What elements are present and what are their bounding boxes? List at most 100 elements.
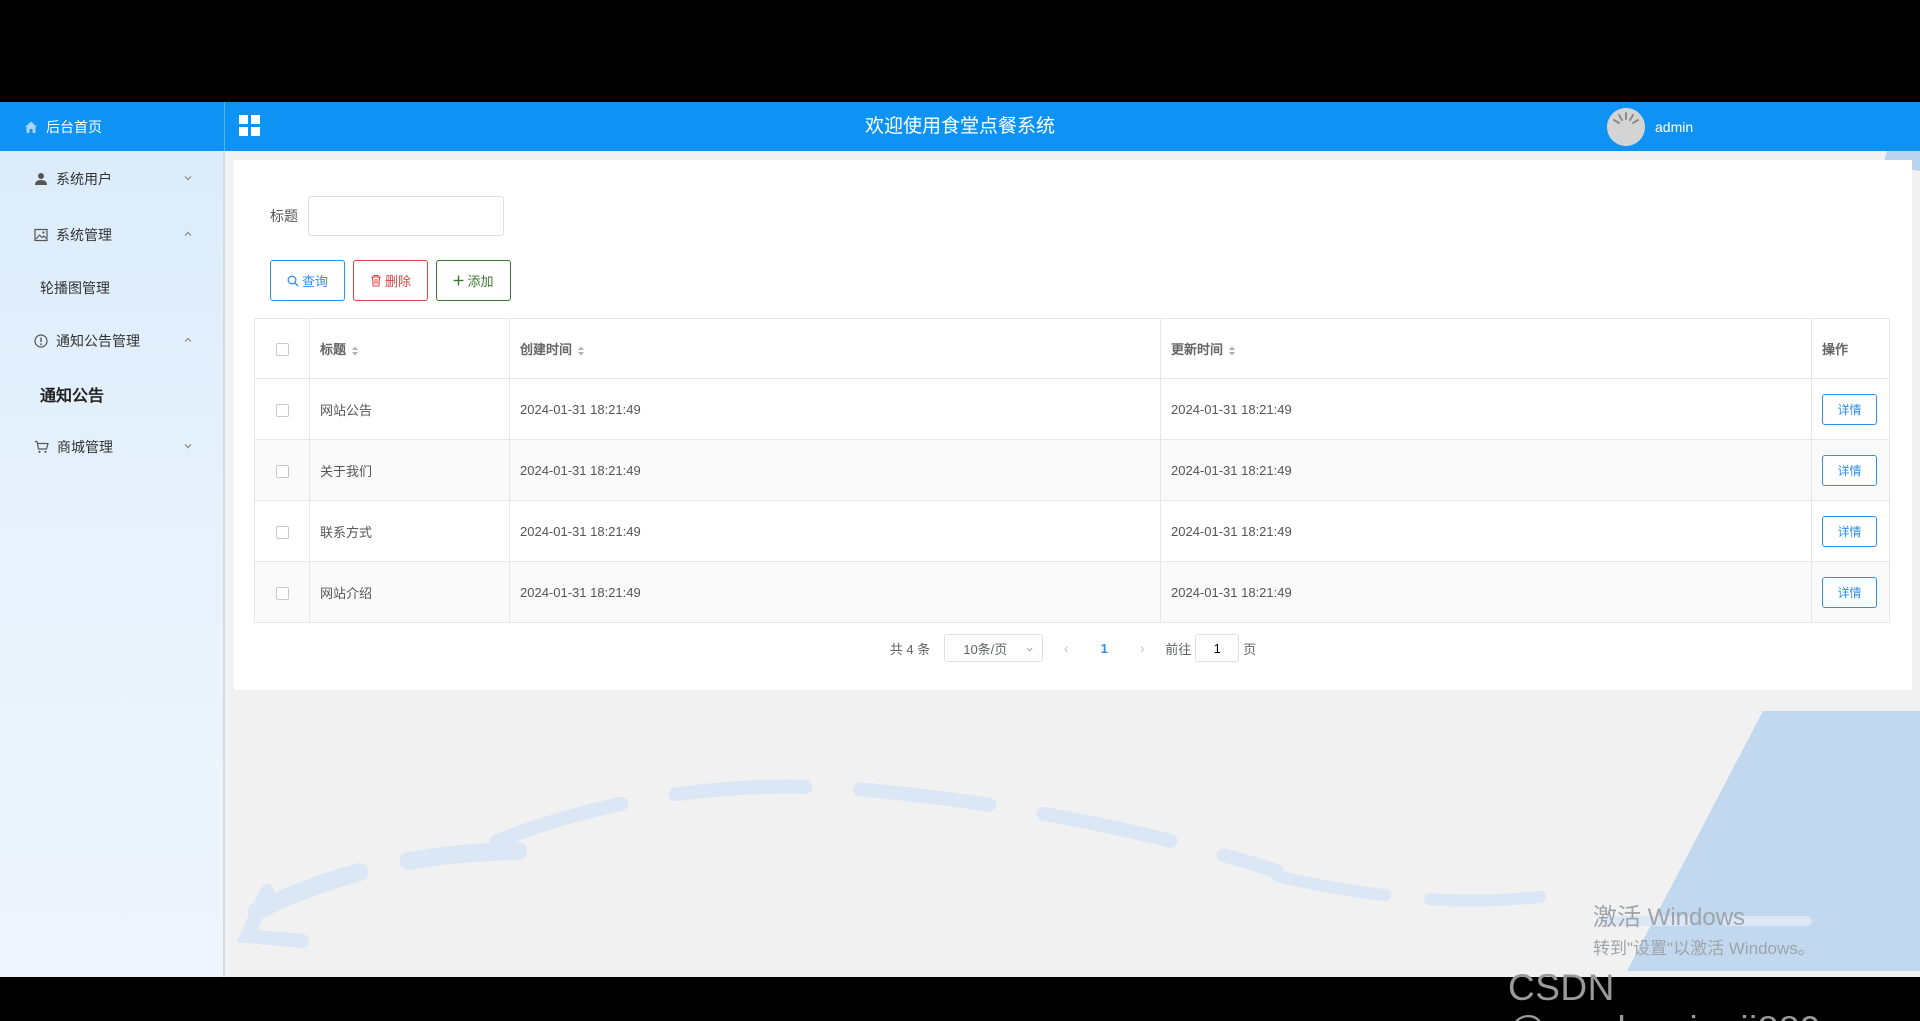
search-icon bbox=[287, 275, 299, 286]
select-all-checkbox[interactable] bbox=[275, 343, 289, 357]
home-link[interactable]: 后台首页 bbox=[0, 102, 225, 151]
cell-updated: 2024-01-31 18:21:49 bbox=[1160, 378, 1812, 440]
action-buttons: 查询 删除 添加 bbox=[270, 260, 519, 301]
activation-line-2: 转到"设置"以激活 Windows。 bbox=[1593, 939, 1815, 958]
windows-activation-watermark: 激活 Windows 转到"设置"以激活 Windows。 bbox=[1593, 897, 1815, 959]
app-window: 后台首页 欢迎使用食堂点餐系统 admin 系统用户 系统管理 轮播图管理 通知… bbox=[0, 102, 1920, 977]
row-checkbox[interactable] bbox=[275, 403, 289, 417]
page-number-current[interactable]: 1 bbox=[1089, 641, 1119, 656]
cell-created: 2024-01-31 18:21:49 bbox=[509, 561, 1161, 623]
next-page-icon[interactable]: › bbox=[1133, 640, 1151, 656]
cell-actions: 详情 bbox=[1811, 500, 1890, 562]
cell-created: 2024-01-31 18:21:49 bbox=[509, 439, 1161, 501]
sidebar-item-label: 系统用户 bbox=[56, 171, 112, 187]
cell-updated: 2024-01-31 18:21:49 bbox=[1160, 500, 1812, 562]
main-panel: 标题 查询 删除 添加 标题 创建时间 更新时间 操作 网站公告 2024-01… bbox=[234, 160, 1912, 690]
page-size-value: 10条/页 bbox=[963, 641, 1008, 657]
cell-updated: 2024-01-31 18:21:49 bbox=[1160, 561, 1812, 623]
search-form: 标题 bbox=[270, 196, 504, 236]
image-icon bbox=[34, 228, 48, 242]
table-header-row: 标题 创建时间 更新时间 操作 bbox=[254, 318, 1890, 379]
cell-created: 2024-01-31 18:21:49 bbox=[509, 500, 1161, 562]
detail-button[interactable]: 详情 bbox=[1822, 454, 1877, 486]
username: admin bbox=[1655, 119, 1694, 135]
add-button[interactable]: 添加 bbox=[436, 260, 511, 301]
user-menu[interactable]: admin bbox=[1607, 107, 1693, 147]
column-header-label: 创建时间 bbox=[520, 342, 573, 357]
top-header: 后台首页 欢迎使用食堂点餐系统 admin bbox=[0, 102, 1920, 151]
delete-button[interactable]: 删除 bbox=[353, 260, 428, 301]
detail-button[interactable]: 详情 bbox=[1822, 393, 1877, 425]
goto-suffix: 页 bbox=[1243, 641, 1257, 657]
sort-icon[interactable] bbox=[1228, 345, 1236, 357]
chevron-up-icon bbox=[184, 337, 192, 342]
screen-letterbox-top bbox=[0, 0, 1920, 102]
add-button-label: 添加 bbox=[467, 274, 494, 289]
info-circle-icon bbox=[34, 334, 48, 348]
plus-icon bbox=[453, 275, 464, 286]
sidebar-subitem-carousel[interactable]: 轮播图管理 bbox=[0, 263, 223, 313]
chevron-down-icon bbox=[184, 444, 192, 449]
row-select-cell bbox=[254, 500, 310, 562]
row-select-cell bbox=[254, 439, 310, 501]
row-select-cell bbox=[254, 561, 310, 623]
sort-icon[interactable] bbox=[577, 345, 585, 357]
table-row: 网站公告 2024-01-31 18:21:49 2024-01-31 18:2… bbox=[254, 378, 1890, 440]
chevron-up-icon bbox=[184, 231, 192, 236]
goto-prefix: 前往 bbox=[1165, 641, 1192, 657]
chevron-down-icon bbox=[184, 176, 192, 181]
chevron-down-icon bbox=[1026, 647, 1033, 652]
search-label: 标题 bbox=[270, 208, 298, 224]
page-size-select[interactable]: 10条/页 bbox=[944, 634, 1044, 662]
prev-page-icon[interactable]: ‹ bbox=[1057, 640, 1075, 656]
column-header-label: 标题 bbox=[320, 342, 347, 357]
sort-icon[interactable] bbox=[351, 345, 359, 357]
sidebar-item-label: 通知公告管理 bbox=[56, 333, 140, 349]
title-search-input[interactable] bbox=[308, 196, 504, 236]
sidebar-item-notice-management[interactable]: 通知公告管理 bbox=[0, 313, 223, 369]
column-header-title[interactable]: 标题 bbox=[309, 318, 510, 379]
goto-page-input[interactable] bbox=[1195, 634, 1240, 662]
select-all-cell bbox=[254, 318, 310, 379]
table-row: 联系方式 2024-01-31 18:21:49 2024-01-31 18:2… bbox=[254, 500, 1890, 562]
row-checkbox[interactable] bbox=[275, 586, 289, 600]
goto-page: 前往 页 bbox=[1165, 634, 1256, 662]
cart-icon bbox=[35, 440, 49, 453]
detail-button[interactable]: 详情 bbox=[1822, 576, 1877, 608]
total-count: 共 4 条 bbox=[889, 641, 931, 657]
pagination: 共 4 条 10条/页 ‹ 1 › 前往 页 bbox=[234, 634, 1912, 662]
column-header-actions: 操作 bbox=[1811, 318, 1890, 379]
sidebar-item-system-users[interactable]: 系统用户 bbox=[0, 151, 223, 207]
avatar bbox=[1607, 108, 1645, 146]
sidebar: 系统用户 系统管理 轮播图管理 通知公告管理 通知公告 商城管理 bbox=[0, 151, 225, 977]
cell-actions: 详情 bbox=[1811, 439, 1890, 501]
query-button[interactable]: 查询 bbox=[270, 260, 345, 301]
column-header-label: 更新时间 bbox=[1171, 342, 1224, 357]
delete-button-label: 删除 bbox=[384, 274, 411, 289]
row-checkbox[interactable] bbox=[275, 525, 289, 539]
sidebar-item-shop-management[interactable]: 商城管理 bbox=[0, 419, 223, 475]
csdn-watermark: CSDN @vx_danpianji889 bbox=[1508, 967, 1821, 1021]
column-header-created[interactable]: 创建时间 bbox=[509, 318, 1161, 379]
sidebar-item-system-management[interactable]: 系统管理 bbox=[0, 207, 223, 263]
notice-table: 标题 创建时间 更新时间 操作 网站公告 2024-01-31 18:21:49… bbox=[254, 318, 1890, 623]
row-select-cell bbox=[254, 378, 310, 440]
activation-line-1: 激活 Windows bbox=[1593, 904, 1746, 931]
home-label: 后台首页 bbox=[46, 118, 102, 135]
sidebar-item-label: 商城管理 bbox=[57, 439, 113, 455]
table-row: 网站介绍 2024-01-31 18:21:49 2024-01-31 18:2… bbox=[254, 561, 1890, 623]
sidebar-subitem-notice[interactable]: 通知公告 bbox=[0, 369, 223, 419]
cell-title: 关于我们 bbox=[309, 439, 510, 501]
query-button-label: 查询 bbox=[301, 274, 328, 289]
cell-actions: 详情 bbox=[1811, 378, 1890, 440]
row-checkbox[interactable] bbox=[275, 464, 289, 478]
user-icon bbox=[35, 173, 47, 185]
cell-title: 联系方式 bbox=[309, 500, 510, 562]
cell-actions: 详情 bbox=[1811, 561, 1890, 623]
cell-updated: 2024-01-31 18:21:49 bbox=[1160, 439, 1812, 501]
menu-toggle-grid-icon[interactable] bbox=[238, 114, 262, 138]
cell-title: 网站公告 bbox=[309, 378, 510, 440]
column-header-updated[interactable]: 更新时间 bbox=[1160, 318, 1812, 379]
detail-button[interactable]: 详情 bbox=[1822, 515, 1877, 547]
table-row: 关于我们 2024-01-31 18:21:49 2024-01-31 18:2… bbox=[254, 439, 1890, 501]
